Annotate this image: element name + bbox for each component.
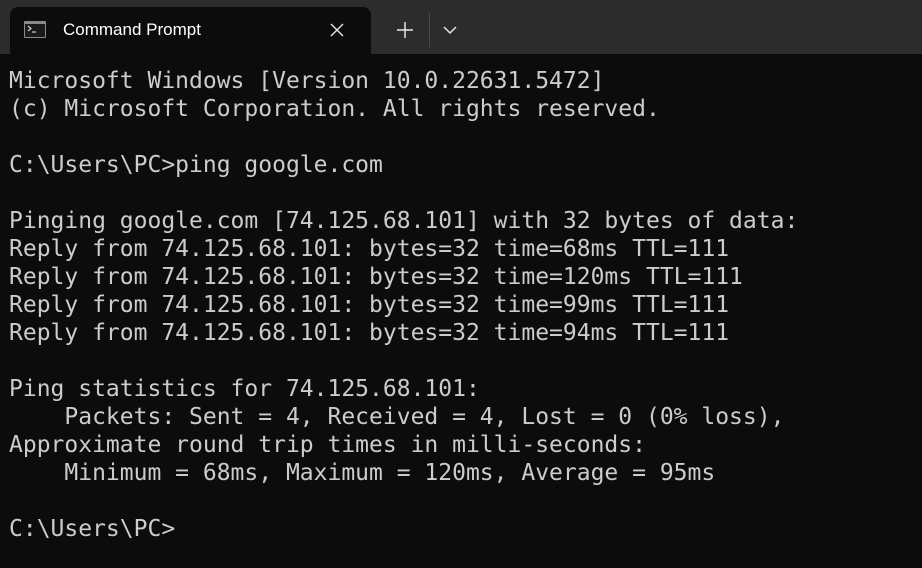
terminal-line: Approximate round trip times in milli-se… [9,432,646,458]
terminal-line: Reply from 74.125.68.101: bytes=32 time=… [9,320,730,346]
profile-dropdown-button[interactable] [437,14,465,44]
title-bar: Command Prompt [0,0,922,54]
titlebar-divider [429,13,430,47]
close-icon [330,23,344,37]
terminal-line: Reply from 74.125.68.101: bytes=32 time=… [9,264,743,290]
tab-command-prompt[interactable]: Command Prompt [10,7,371,54]
plus-icon [397,22,413,38]
terminal-line: Microsoft Windows [Version 10.0.22631.54… [9,68,605,94]
terminal-icon [24,21,46,38]
terminal-line: Reply from 74.125.68.101: bytes=32 time=… [9,292,730,318]
terminal-line: Pinging google.com [74.125.68.101] with … [9,208,799,234]
terminal-line: Reply from 74.125.68.101: bytes=32 time=… [9,236,730,262]
tab-title: Command Prompt [63,20,201,39]
close-tab-button[interactable] [328,21,346,39]
terminal-output[interactable]: Microsoft Windows [Version 10.0.22631.54… [0,54,922,568]
new-tab-button[interactable] [389,14,419,44]
terminal-prompt-line[interactable]: C:\Users\PC> [9,515,922,543]
terminal-line: Minimum = 68ms, Maximum = 120ms, Average… [9,460,716,486]
terminal-line: Packets: Sent = 4, Received = 4, Lost = … [9,404,785,430]
command-prompt-window: Command Prompt Microsoft Windows [Versio… [0,0,922,568]
terminal-line: C:\Users\PC>ping google.com [9,152,383,178]
terminal-line: (c) Microsoft Corporation. All rights re… [9,96,660,122]
terminal-line: Ping statistics for 74.125.68.101: [9,376,480,402]
chevron-down-icon [443,26,457,35]
